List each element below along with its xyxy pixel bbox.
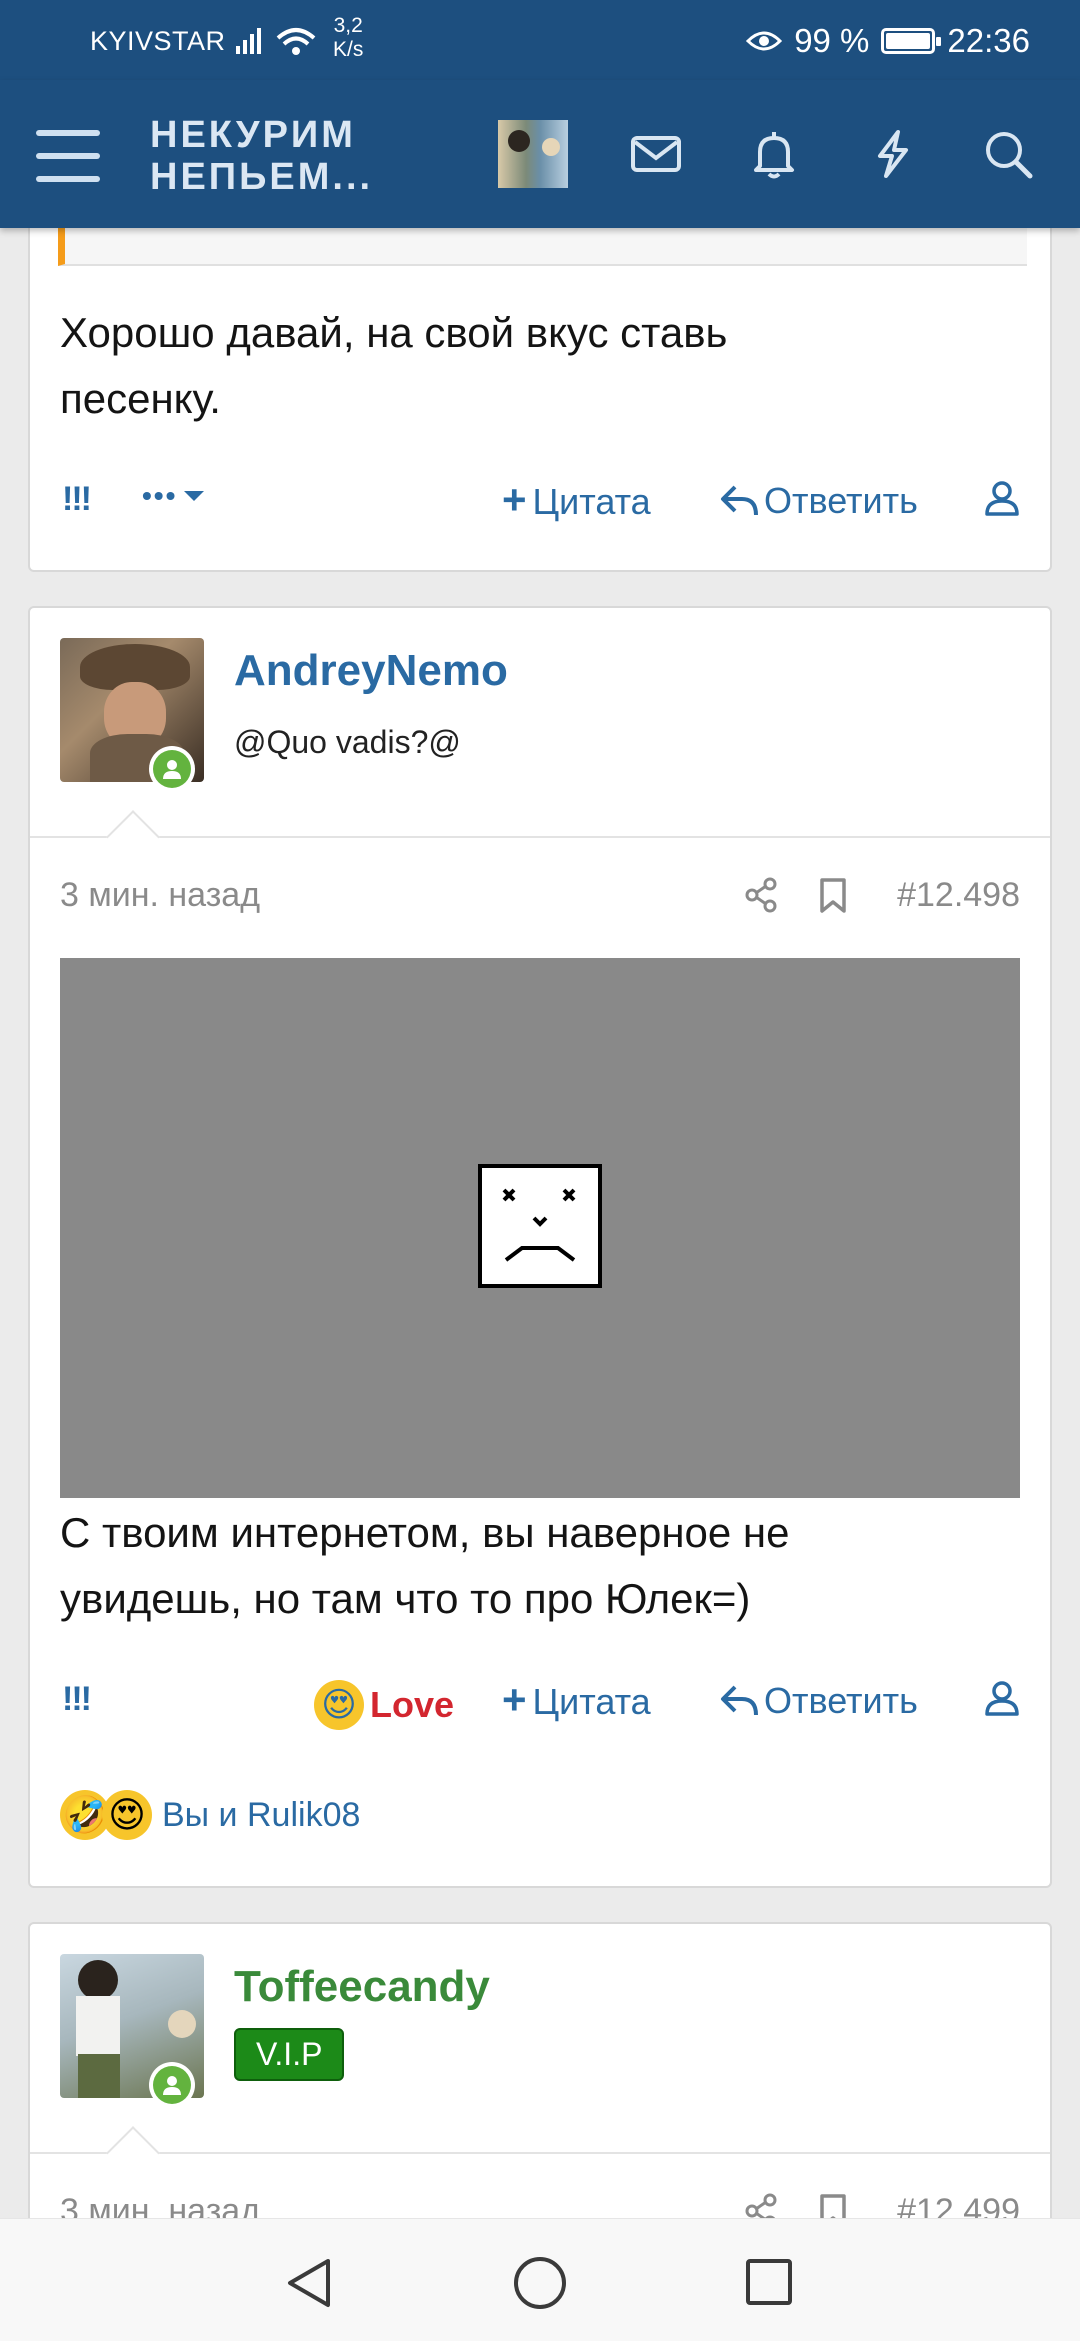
menu-icon[interactable] xyxy=(36,130,100,182)
user-profile-icon[interactable] xyxy=(984,480,1020,516)
post-text-line: песенку. xyxy=(60,375,221,422)
reply-button[interactable]: Ответить xyxy=(720,1680,918,1722)
reply-button[interactable]: Ответить xyxy=(720,480,918,522)
online-status-icon xyxy=(149,746,195,792)
post-text-line: Хорошо давай, на свой вкус ставь xyxy=(60,309,728,356)
user-profile-icon[interactable] xyxy=(984,1680,1020,1716)
post-text-line: увидешь, но там что то про Юлек=) xyxy=(60,1575,751,1622)
plus-icon: + xyxy=(502,476,527,523)
user-title: @Quo vadis?@ xyxy=(234,724,461,760)
username[interactable]: AndreyNemo xyxy=(234,646,508,696)
bookmark-icon[interactable] xyxy=(818,878,848,914)
logo-line-2: НЕПЬЕМ... xyxy=(150,156,374,198)
signal-icons xyxy=(234,20,328,65)
bell-icon[interactable] xyxy=(748,128,800,185)
username[interactable]: Toffeecandy xyxy=(234,1962,490,2012)
search-icon[interactable] xyxy=(982,128,1034,185)
embedded-media-broken[interactable] xyxy=(60,958,1020,1498)
app-header: НЕКУРИМ НЕПЬЕМ... xyxy=(0,80,1080,228)
inbox-icon[interactable] xyxy=(630,128,682,185)
heart-eyes-emoji-icon: 😍 xyxy=(314,1680,364,1730)
data-rate-unit: K/s xyxy=(333,38,364,61)
logo-line-1: НЕКУРИМ xyxy=(150,114,356,156)
post-body-main: С твоим интернетом, вы наверное не увиде… xyxy=(60,1500,1020,1632)
system-navigation-bar xyxy=(0,2218,1080,2341)
site-logo[interactable]: НЕКУРИМ НЕПЬЕМ... xyxy=(150,114,373,198)
recents-icon[interactable] xyxy=(744,2257,794,2307)
data-rate-value: 3,2 xyxy=(333,14,363,37)
status-right: 99 % 22:36 xyxy=(746,22,1030,60)
signal-wifi-icon xyxy=(236,28,316,55)
report-button[interactable]: !!! xyxy=(62,480,92,519)
chevron-down-icon xyxy=(184,491,205,501)
love-reaction-button[interactable]: 😍 Love xyxy=(314,1680,454,1730)
account-avatar[interactable] xyxy=(498,120,568,188)
reactions-users[interactable]: Вы и Rulik08 xyxy=(162,1796,360,1835)
home-icon[interactable] xyxy=(512,2255,568,2311)
love-label: Love xyxy=(370,1684,455,1725)
quote-label: Цитата xyxy=(532,1681,651,1722)
battery-percent: 99 % xyxy=(794,22,870,59)
divider xyxy=(30,2152,1050,2154)
share-icon[interactable] xyxy=(742,876,780,914)
quote-block xyxy=(58,224,1027,266)
eye-comfort-icon xyxy=(746,31,783,51)
post-actions-previous: !!! ••• + Цитата Ответить xyxy=(60,472,1020,532)
status-bar: KYIVSTAR 3,2 K/s 99 % 22:36 xyxy=(0,0,1080,80)
quote-label: Цитата xyxy=(532,481,651,522)
battery-icon xyxy=(881,28,942,54)
more-dots: ••• xyxy=(142,480,178,511)
divider xyxy=(30,836,1050,838)
reply-label: Ответить xyxy=(764,480,918,521)
online-status-icon xyxy=(149,2062,195,2108)
reactions-summary[interactable]: 🤣 😍 Вы и Rulik08 xyxy=(60,1790,360,1840)
plus-icon: + xyxy=(502,1676,527,1723)
post-actions-main: !!! 😍 Love + Цитата Ответить xyxy=(60,1672,1020,1732)
quote-button[interactable]: + Цитата xyxy=(502,1676,651,1724)
more-actions-button[interactable]: ••• xyxy=(142,480,205,512)
reply-label: Ответить xyxy=(764,1680,918,1721)
whats-new-icon[interactable] xyxy=(866,128,918,185)
reply-icon xyxy=(721,485,758,516)
reply-icon xyxy=(721,1685,758,1716)
post-time[interactable]: 3 мин. назад xyxy=(60,876,260,915)
clock: 22:36 xyxy=(947,22,1030,59)
back-icon[interactable] xyxy=(284,2257,334,2309)
vip-badge: V.I.P xyxy=(234,2028,345,2081)
post-body-previous: Хорошо давай, на свой вкус ставь песенку… xyxy=(60,300,1020,432)
sad-face-icon xyxy=(478,1164,602,1288)
post-number[interactable]: #12.498 xyxy=(897,876,1020,915)
post-text-line: С твоим интернетом, вы наверное не xyxy=(60,1509,790,1556)
heart-eyes-emoji-icon: 😍 xyxy=(102,1790,152,1840)
quote-button[interactable]: + Цитата xyxy=(502,476,651,524)
carrier-label: KYIVSTAR xyxy=(90,26,226,56)
report-button[interactable]: !!! xyxy=(62,1680,92,1719)
data-rate: 3,2 K/s xyxy=(333,14,363,62)
